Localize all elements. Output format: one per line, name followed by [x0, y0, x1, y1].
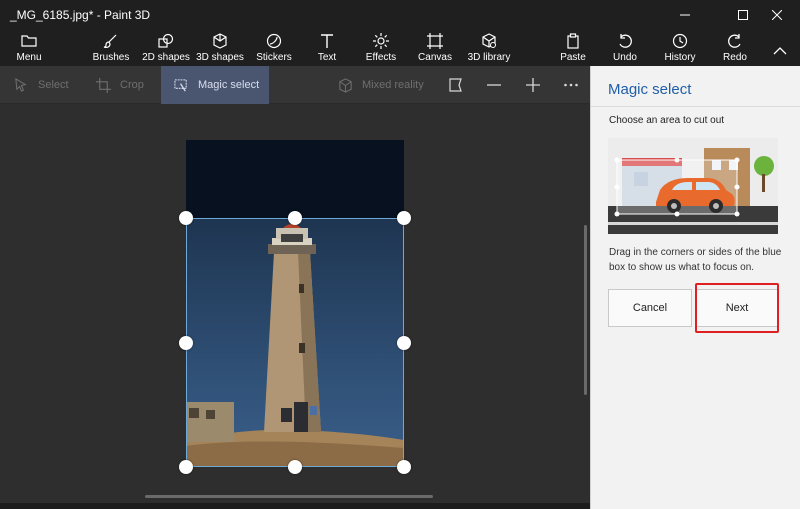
select-button[interactable]: Select	[14, 66, 74, 104]
resize-handle-right[interactable]	[397, 336, 411, 350]
3d-shapes-label: 3D shapes	[196, 52, 244, 63]
2d-shapes-icon	[158, 33, 174, 48]
bottom-strip	[0, 503, 590, 509]
crop-icon	[96, 77, 111, 93]
minus-icon	[487, 84, 501, 86]
stickers-button[interactable]: Stickers	[254, 30, 294, 64]
resize-handle-bottom-right[interactable]	[397, 460, 411, 474]
clock-icon	[672, 33, 688, 49]
mixed-reality-icon	[339, 77, 352, 93]
minimize-button[interactable]	[662, 0, 708, 30]
brushes-label: Brushes	[92, 52, 130, 63]
3d-library-button[interactable]: 3D library	[467, 30, 511, 64]
magic-select-label: Magic select	[198, 79, 260, 91]
undo-icon	[619, 34, 632, 48]
maximize-icon	[738, 10, 748, 20]
view-3d-button[interactable]	[441, 66, 471, 104]
tool-options-bar: Select Crop Magic select Mixed reality	[0, 66, 590, 104]
clipboard-icon	[567, 33, 579, 49]
panel-description: Drag in the corners or sides of the blue…	[609, 247, 782, 273]
panel-title: Magic select	[608, 81, 692, 98]
2d-shapes-label: 2D shapes	[142, 52, 190, 63]
brush-icon	[103, 34, 117, 48]
3d-library-icon	[482, 33, 496, 48]
menu-label: Menu	[16, 52, 42, 63]
resize-handle-left[interactable]	[179, 336, 193, 350]
panel-divider	[591, 106, 800, 107]
window-title: _MG_6185.jpg* - Paint 3D	[10, 8, 151, 22]
redo-button[interactable]: Redo	[720, 30, 750, 64]
effects-label: Effects	[365, 52, 397, 63]
redo-icon	[728, 34, 741, 48]
sun-icon	[373, 33, 389, 49]
zoom-in-button[interactable]	[518, 66, 548, 104]
flag-icon	[449, 78, 462, 92]
resize-handle-top-left[interactable]	[179, 211, 193, 225]
chevron-up-icon	[773, 47, 787, 55]
car-illustration	[608, 138, 778, 234]
canvas-label: Canvas	[418, 52, 452, 63]
paste-button[interactable]: Paste	[558, 30, 588, 64]
stickers-label: Stickers	[256, 52, 292, 63]
3d-library-label: 3D library	[467, 52, 511, 63]
history-label: History	[664, 52, 696, 63]
3d-shapes-button[interactable]: 3D shapes	[196, 30, 244, 64]
undo-button[interactable]: Undo	[610, 30, 640, 64]
paste-label: Paste	[560, 52, 586, 63]
resize-handle-bottom[interactable]	[288, 460, 302, 474]
text-icon	[321, 34, 333, 48]
crop-label: Crop	[120, 79, 144, 91]
menu-button[interactable]: Menu	[9, 30, 49, 64]
text-label: Text	[317, 52, 337, 63]
close-button[interactable]	[754, 0, 800, 30]
mixed-reality-label: Mixed reality	[362, 79, 424, 91]
magic-select-button[interactable]: Magic select	[161, 66, 269, 104]
resize-handle-top[interactable]	[288, 211, 302, 225]
more-options-button[interactable]	[556, 66, 586, 104]
panel-instruction: Choose an area to cut out	[609, 115, 725, 126]
cursor-icon	[15, 77, 27, 92]
magic-select-icon	[174, 78, 187, 91]
magic-select-panel: Magic select Choose an area to cut out D…	[590, 66, 800, 509]
canvas-icon	[427, 33, 443, 49]
horizontal-scrollbar[interactable]	[145, 495, 433, 498]
text-button[interactable]: Text	[312, 30, 342, 64]
select-label: Select	[38, 79, 69, 91]
selection-box[interactable]	[186, 218, 404, 467]
close-icon	[772, 10, 782, 20]
ribbon: Menu Brushes 2D shapes 3D shapes Sticker…	[0, 30, 800, 66]
brushes-button[interactable]: Brushes	[90, 30, 132, 64]
undo-label: Undo	[613, 52, 637, 63]
collapse-ribbon-button[interactable]	[768, 30, 792, 64]
zoom-out-button[interactable]	[479, 66, 509, 104]
sticker-icon	[266, 33, 282, 49]
resize-handle-top-right[interactable]	[397, 211, 411, 225]
title-bar: _MG_6185.jpg* - Paint 3D	[0, 0, 800, 30]
history-button[interactable]: History	[662, 30, 698, 64]
minimize-icon	[680, 14, 690, 16]
folder-icon	[21, 35, 37, 47]
plus-icon	[526, 78, 540, 92]
2d-shapes-button[interactable]: 2D shapes	[142, 30, 190, 64]
mixed-reality-button[interactable]: Mixed reality	[338, 66, 424, 104]
3d-shapes-icon	[213, 33, 227, 49]
cancel-button[interactable]: Cancel	[608, 289, 692, 327]
effects-button[interactable]: Effects	[364, 30, 398, 64]
crop-button[interactable]: Crop	[96, 66, 152, 104]
canvas-button[interactable]: Canvas	[418, 30, 452, 64]
resize-handle-bottom-left[interactable]	[179, 460, 193, 474]
vertical-scrollbar[interactable]	[584, 225, 587, 395]
next-button-highlight	[695, 283, 779, 333]
redo-label: Redo	[723, 52, 747, 63]
more-icon	[564, 83, 578, 87]
